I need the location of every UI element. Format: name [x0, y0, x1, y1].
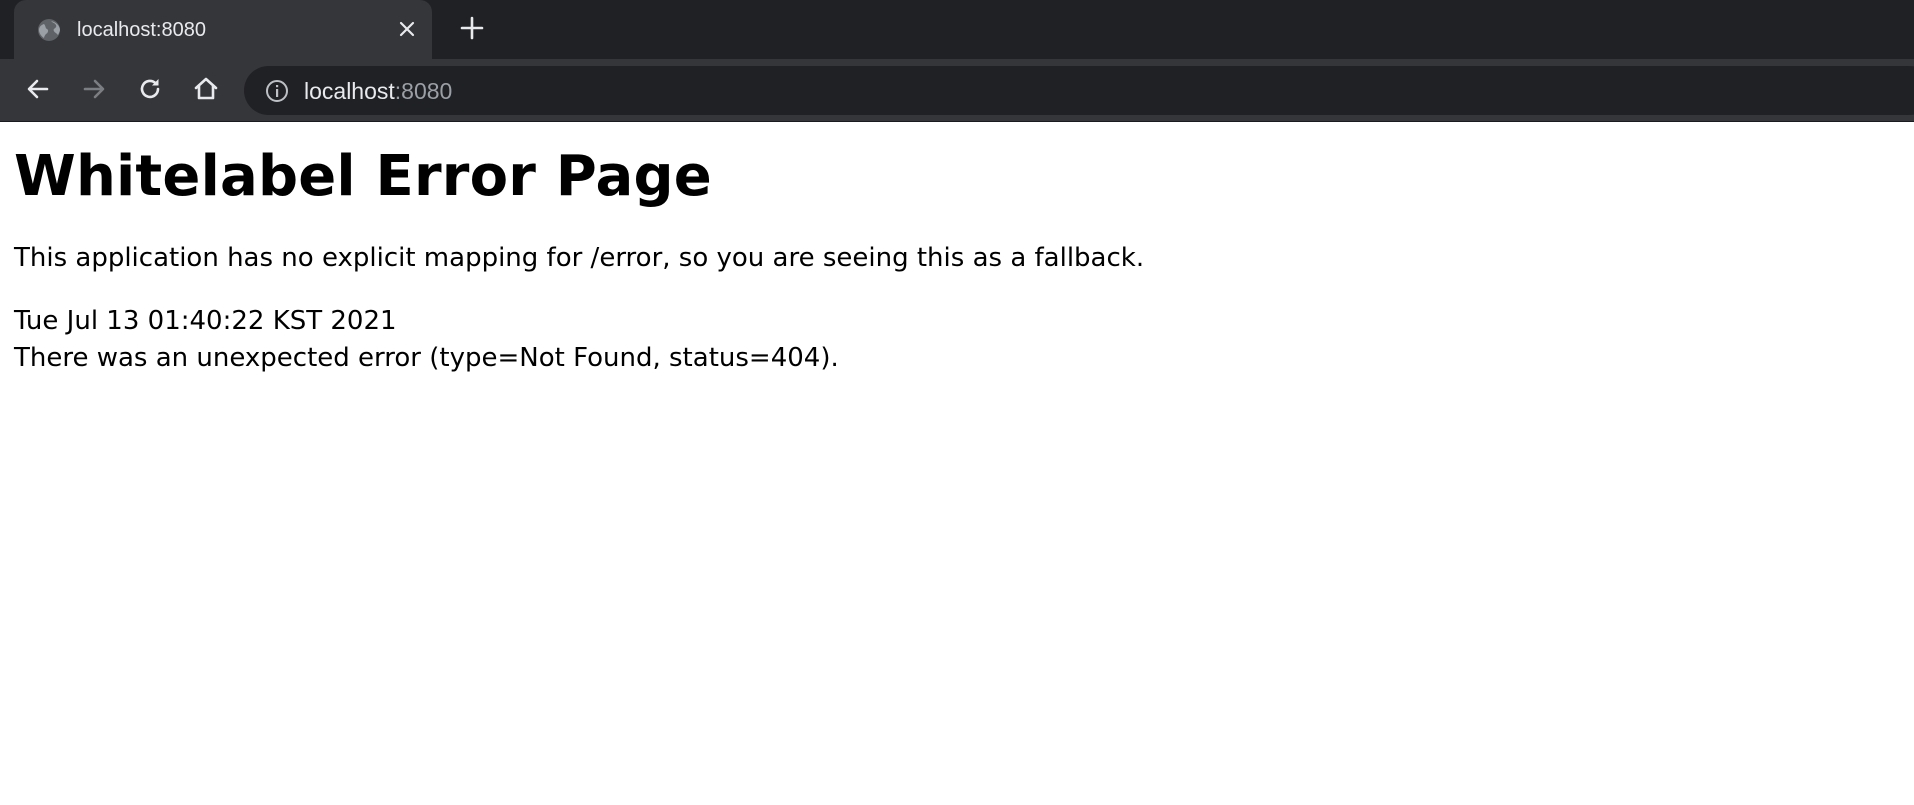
error-message: There was an unexpected error (type=Not … [14, 343, 839, 373]
close-tab-icon[interactable] [392, 14, 422, 44]
address-bar[interactable]: localhost:8080 [244, 66, 1914, 115]
back-arrow-icon [26, 77, 50, 105]
info-icon[interactable] [264, 78, 290, 104]
forward-button[interactable] [76, 73, 112, 109]
tab-title: localhost:8080 [77, 19, 206, 41]
plus-icon [460, 16, 484, 44]
browser-toolbar: localhost:8080 [0, 59, 1914, 122]
page-title: Whitelabel Error Page [14, 144, 712, 209]
error-description: This application has no explicit mapping… [14, 243, 1145, 273]
error-timestamp: Tue Jul 13 01:40:22 KST 2021 [14, 306, 397, 336]
tab-strip: localhost:8080 [0, 0, 1914, 59]
globe-icon [36, 17, 62, 43]
page-content: Whitelabel Error Page This application h… [0, 122, 1914, 377]
home-icon [193, 76, 219, 106]
reload-button[interactable] [132, 73, 168, 109]
tab-localhost[interactable]: localhost:8080 [14, 0, 432, 59]
url-text[interactable]: localhost:8080 [304, 77, 452, 105]
browser-window: localhost:8080 localhost:8080 Whitelabel… [0, 0, 1914, 805]
forward-arrow-icon [82, 77, 106, 105]
url-port: :8080 [394, 78, 453, 104]
reload-icon [137, 76, 163, 106]
url-host: localhost [304, 78, 395, 104]
home-button[interactable] [188, 73, 224, 109]
back-button[interactable] [20, 73, 56, 109]
new-tab-button[interactable] [454, 14, 490, 46]
